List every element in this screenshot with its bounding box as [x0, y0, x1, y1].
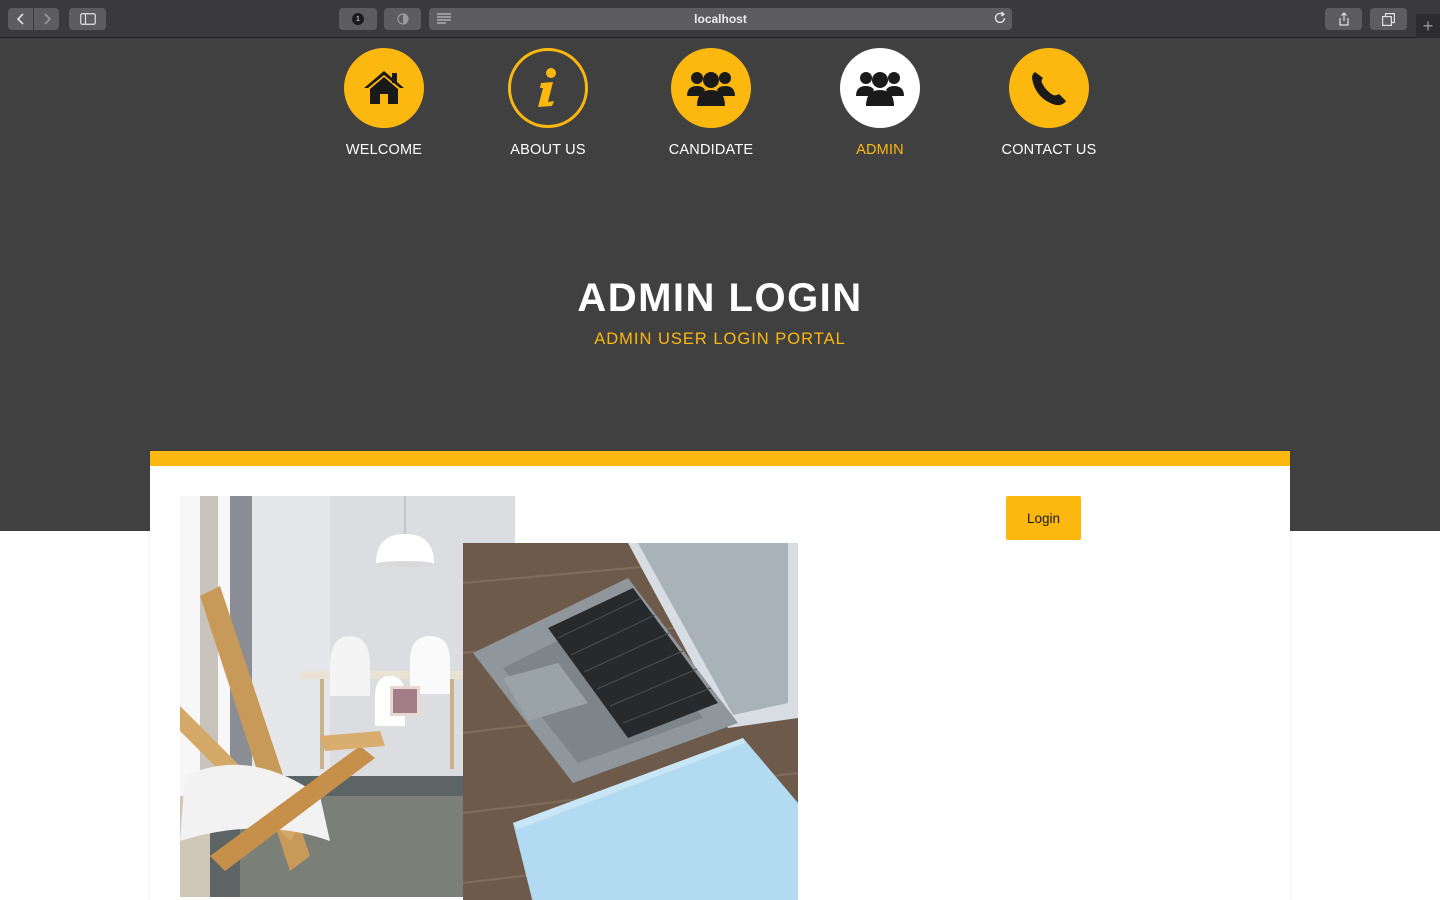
extension-badge: 1 [352, 13, 364, 25]
nav-welcome-circle[interactable] [344, 48, 424, 128]
nav-item-welcome[interactable]: WELCOME [314, 48, 454, 158]
shield-icon [396, 13, 409, 25]
tabs-icon [1382, 12, 1395, 26]
extension-button[interactable]: 1 [339, 8, 377, 30]
sidebar-toggle-button[interactable] [69, 8, 106, 30]
nav-admin-circle[interactable] [840, 48, 920, 128]
nav-item-contact-us[interactable]: CONTACT US [979, 48, 1119, 158]
nav-item-admin[interactable]: ADMIN [810, 48, 950, 158]
sidebar-icon [79, 13, 96, 25]
nav-label-about-us[interactable]: ABOUT US [478, 142, 618, 158]
shield-extension-button[interactable] [384, 8, 421, 30]
users-icon [687, 72, 735, 106]
address-bar[interactable]: localhost [429, 8, 1012, 30]
share-icon [1338, 12, 1349, 26]
info-icon [538, 68, 556, 107]
new-tab-button[interactable]: + [1416, 14, 1440, 38]
nav-contact-circle[interactable] [1009, 48, 1089, 128]
reload-icon[interactable] [993, 11, 1007, 25]
nav-candidate-circle[interactable] [671, 48, 751, 128]
nav-label-admin[interactable]: ADMIN [810, 142, 950, 158]
page-subtitle: ADMIN USER LOGIN PORTAL [594, 330, 846, 348]
phone-icon [1032, 72, 1066, 106]
share-button[interactable] [1325, 8, 1362, 30]
nav-item-candidate[interactable]: CANDIDATE [641, 48, 781, 158]
chevron-left-icon [16, 13, 24, 25]
laptop-photo [463, 543, 798, 900]
nav-label-candidate[interactable]: CANDIDATE [641, 142, 781, 158]
nav-about-circle[interactable] [508, 48, 588, 128]
nav-label-contact-us[interactable]: CONTACT US [979, 142, 1119, 158]
nav-label-welcome[interactable]: WELCOME [314, 142, 454, 158]
nav-item-about-us[interactable]: ABOUT US [478, 48, 618, 158]
browser-toolbar: 1 localhost + [0, 0, 1440, 38]
url-text: localhost [694, 12, 747, 26]
page-title: ADMIN LOGIN [577, 276, 863, 320]
chevron-right-icon [43, 13, 51, 25]
tab-overview-button[interactable] [1370, 8, 1407, 30]
plus-icon: + [1422, 15, 1434, 36]
back-button[interactable] [8, 8, 33, 30]
forward-button[interactable] [34, 8, 59, 30]
users-icon [856, 72, 904, 106]
home-icon [364, 71, 404, 104]
login-button[interactable]: Login [1006, 496, 1081, 540]
